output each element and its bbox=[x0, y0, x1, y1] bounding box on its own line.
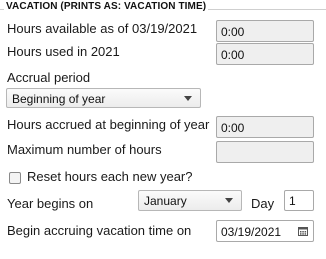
hours-available-field[interactable]: 0:00 bbox=[216, 20, 314, 42]
reset-hours-checkbox[interactable] bbox=[9, 172, 21, 184]
section-title: VACATION (PRINTS AS: VACATION TIME) bbox=[4, 1, 209, 12]
year-begins-month-value: January bbox=[144, 194, 187, 208]
chevron-down-icon bbox=[225, 198, 233, 203]
hours-accrued-field[interactable]: 0:00 bbox=[216, 116, 314, 138]
vacation-settings-panel: VACATION (PRINTS AS: VACATION TIME) Hour… bbox=[0, 0, 326, 259]
chevron-down-icon bbox=[184, 96, 192, 101]
hours-used-field[interactable]: 0:00 bbox=[216, 43, 314, 65]
hours-available-label: Hours available as of 03/19/2021 bbox=[7, 21, 198, 36]
max-hours-label: Maximum number of hours bbox=[7, 142, 162, 157]
year-begins-day-field[interactable]: 1 bbox=[284, 190, 314, 211]
accrual-period-dropdown[interactable]: Beginning of year bbox=[6, 88, 201, 108]
day-label: Day bbox=[251, 196, 275, 211]
begin-accruing-label: Begin accruing vacation time on bbox=[7, 223, 192, 238]
reset-hours-label[interactable]: Reset hours each new year? bbox=[27, 169, 192, 184]
hours-used-label: Hours used in 2021 bbox=[7, 44, 120, 59]
begin-accruing-date-value: 03/19/2021 bbox=[221, 225, 282, 239]
calendar-icon[interactable] bbox=[298, 226, 308, 236]
max-hours-field[interactable] bbox=[216, 141, 314, 163]
begin-accruing-date-field[interactable]: 03/19/2021 bbox=[216, 220, 314, 242]
year-begins-label: Year begins on bbox=[7, 196, 94, 211]
year-begins-month-dropdown[interactable]: January bbox=[138, 190, 242, 211]
accrual-period-value: Beginning of year bbox=[12, 92, 106, 106]
accrual-period-label: Accrual period bbox=[7, 70, 91, 85]
hours-accrued-label: Hours accrued at beginning of year bbox=[7, 117, 210, 132]
